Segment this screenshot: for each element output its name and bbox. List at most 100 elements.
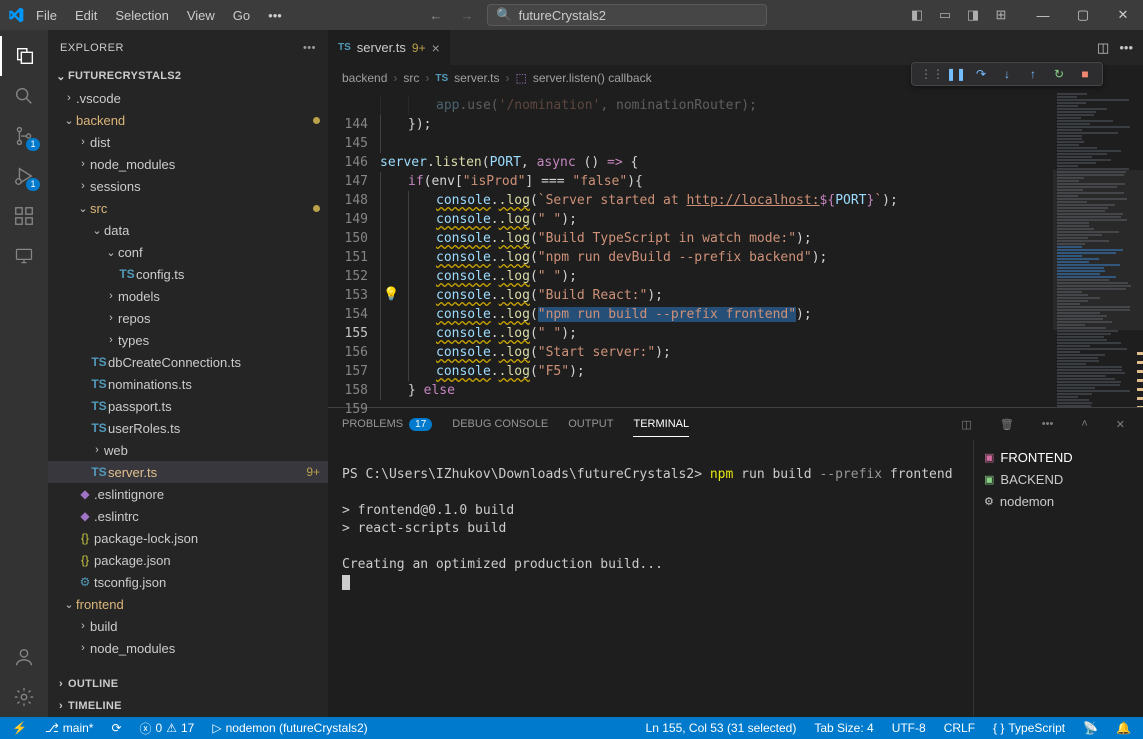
folder-data[interactable]: ⌄data	[48, 219, 328, 241]
folder-backend[interactable]: ⌄backend	[48, 109, 328, 131]
timeline-section[interactable]: ›TIMELINE	[48, 695, 328, 717]
status-feedback-icon[interactable]: 📡	[1079, 721, 1102, 735]
toggle-secondary-sidebar-icon[interactable]: ◨	[961, 7, 985, 23]
minimize-icon[interactable]: —	[1023, 0, 1063, 30]
debug-step-over-icon[interactable]: ↷	[972, 67, 990, 81]
menu-edit[interactable]: Edit	[69, 8, 103, 23]
tab-server-ts[interactable]: TS server.ts 9+ ×	[328, 30, 451, 65]
menu-view[interactable]: View	[181, 8, 221, 23]
explorer-more-icon[interactable]: •••	[303, 42, 316, 54]
activity-settings-icon[interactable]	[0, 677, 48, 717]
menu-more-icon[interactable]: •••	[262, 8, 288, 23]
command-center-search[interactable]: 🔍 futureCrystals2	[487, 4, 767, 26]
menu-selection[interactable]: Selection	[109, 8, 174, 23]
file-eslintrc[interactable]: ◆.eslintrc	[48, 505, 328, 527]
tab-close-icon[interactable]: ×	[432, 40, 440, 56]
minimap-viewport[interactable]	[1053, 170, 1143, 330]
breadcrumb-seg[interactable]: src	[403, 71, 419, 85]
status-sync-icon[interactable]: ⟳	[107, 721, 125, 735]
debug-restart-icon[interactable]: ↻	[1050, 67, 1068, 81]
maximize-icon[interactable]: ▢	[1063, 0, 1103, 30]
folder-build[interactable]: ›build	[48, 615, 328, 637]
status-problems[interactable]: ⓧ 0 ⚠ 17	[136, 720, 199, 737]
debug-stop-icon[interactable]: ■	[1076, 67, 1094, 81]
drag-handle-icon[interactable]: ⋮⋮	[920, 67, 938, 81]
remote-indicator[interactable]: ⚡	[8, 721, 31, 735]
file-tsconfig[interactable]: ⚙tsconfig.json	[48, 571, 328, 593]
file-nominations[interactable]: TSnominations.ts	[48, 373, 328, 395]
close-icon[interactable]: ✕	[1103, 0, 1143, 30]
folder-models[interactable]: ›models	[48, 285, 328, 307]
activity-extensions-icon[interactable]	[0, 196, 48, 236]
status-lang[interactable]: { } TypeScript	[989, 721, 1069, 735]
breadcrumb-seg[interactable]: server.ts	[454, 71, 499, 85]
status-eol[interactable]: CRLF	[940, 721, 979, 735]
activity-explorer-icon[interactable]	[0, 36, 48, 76]
status-bell-icon[interactable]: 🔔	[1112, 721, 1135, 735]
tab-output[interactable]: OUTPUT	[568, 412, 613, 436]
code-editor[interactable]: 1441451461471481491501511521531541551561…	[328, 92, 1143, 407]
activity-scm-icon[interactable]: 1	[0, 116, 48, 156]
breadcrumb-seg[interactable]: server.listen() callback	[533, 71, 652, 85]
menu-file[interactable]: File	[30, 8, 63, 23]
nav-back-icon[interactable]: ←	[425, 8, 446, 23]
tree-root[interactable]: ⌄FUTURECRYSTALS2	[48, 65, 328, 87]
folder-sessions[interactable]: ›sessions	[48, 175, 328, 197]
panel-maximize-icon[interactable]: ˄	[1077, 418, 1091, 430]
terminal-kill-icon[interactable]: 🗑	[996, 418, 1018, 431]
status-indent[interactable]: Tab Size: 4	[810, 721, 877, 735]
status-cursor-pos[interactable]: Ln 155, Col 53 (31 selected)	[642, 721, 801, 735]
breadcrumb[interactable]: backend› src› TS server.ts› ⬚ server.lis…	[328, 65, 1143, 92]
breadcrumb-seg[interactable]: backend	[342, 71, 387, 85]
panel-close-icon[interactable]: ✕	[1112, 418, 1129, 431]
terminal-split-icon[interactable]: ◫	[957, 418, 975, 431]
file-dbcreate[interactable]: TSdbCreateConnection.ts	[48, 351, 328, 373]
menu-go[interactable]: Go	[227, 8, 256, 23]
folder-types[interactable]: ›types	[48, 329, 328, 351]
file-pkg[interactable]: {}package.json	[48, 549, 328, 571]
status-debug[interactable]: ▷ nodemon (futureCrystals2)	[208, 721, 371, 735]
debug-pause-icon[interactable]: ❚❚	[946, 67, 964, 81]
minimap[interactable]	[1053, 92, 1143, 407]
folder-node-modules[interactable]: ›node_modules	[48, 153, 328, 175]
folder-vscode[interactable]: ›.vscode	[48, 87, 328, 109]
activity-account-icon[interactable]	[0, 637, 48, 677]
terminal-item-frontend[interactable]: ▣FRONTEND	[984, 446, 1133, 468]
folder-web[interactable]: ›web	[48, 439, 328, 461]
folder-frontend[interactable]: ⌄frontend	[48, 593, 328, 615]
file-server-ts[interactable]: TSserver.ts9+	[48, 461, 328, 483]
toggle-panel-icon[interactable]: ▭	[933, 7, 957, 23]
status-encoding[interactable]: UTF-8	[888, 721, 930, 735]
lightbulb-icon[interactable]: 💡	[383, 286, 399, 302]
debug-step-into-icon[interactable]: ↓	[998, 67, 1016, 81]
activity-remote-icon[interactable]	[0, 236, 48, 276]
file-eslintignore[interactable]: ◆.eslintignore	[48, 483, 328, 505]
customize-layout-icon[interactable]: ⊞	[989, 7, 1013, 23]
panel-more-icon[interactable]: •••	[1038, 418, 1058, 430]
terminal-item-backend[interactable]: ▣BACKEND	[984, 468, 1133, 490]
tab-debug-console[interactable]: DEBUG CONSOLE	[452, 412, 548, 436]
activity-debug-icon[interactable]: 1	[0, 156, 48, 196]
toggle-primary-sidebar-icon[interactable]: ◧	[905, 7, 929, 23]
file-passport[interactable]: TSpassport.ts	[48, 395, 328, 417]
debug-step-out-icon[interactable]: ↑	[1024, 67, 1042, 81]
split-editor-icon[interactable]: ◫	[1097, 40, 1109, 56]
activity-search-icon[interactable]	[0, 76, 48, 116]
nav-forward-icon[interactable]: →	[456, 8, 477, 23]
editor-more-icon[interactable]: •••	[1119, 40, 1133, 55]
folder-dist[interactable]: ›dist	[48, 131, 328, 153]
folder-src[interactable]: ⌄src	[48, 197, 328, 219]
terminal[interactable]: PS C:\Users\IZhukov\Downloads\futureCrys…	[328, 440, 973, 717]
file-userroles[interactable]: TSuserRoles.ts	[48, 417, 328, 439]
tab-terminal[interactable]: TERMINAL	[633, 412, 689, 437]
code-content[interactable]: app.use('/nomination', nominationRouter)…	[380, 92, 1053, 407]
status-branch[interactable]: ⎇ main*	[41, 721, 98, 735]
folder-node-modules-2[interactable]: ›node_modules	[48, 637, 328, 659]
folder-conf[interactable]: ⌄conf	[48, 241, 328, 263]
folder-repos[interactable]: ›repos	[48, 307, 328, 329]
file-pkglock[interactable]: {}package-lock.json	[48, 527, 328, 549]
debug-toolbar[interactable]: ⋮⋮ ❚❚ ↷ ↓ ↑ ↻ ■	[911, 62, 1103, 86]
file-config-ts[interactable]: TSconfig.ts	[48, 263, 328, 285]
outline-section[interactable]: ›OUTLINE	[48, 673, 328, 695]
terminal-item-nodemon[interactable]: ⚙nodemon	[984, 490, 1133, 512]
